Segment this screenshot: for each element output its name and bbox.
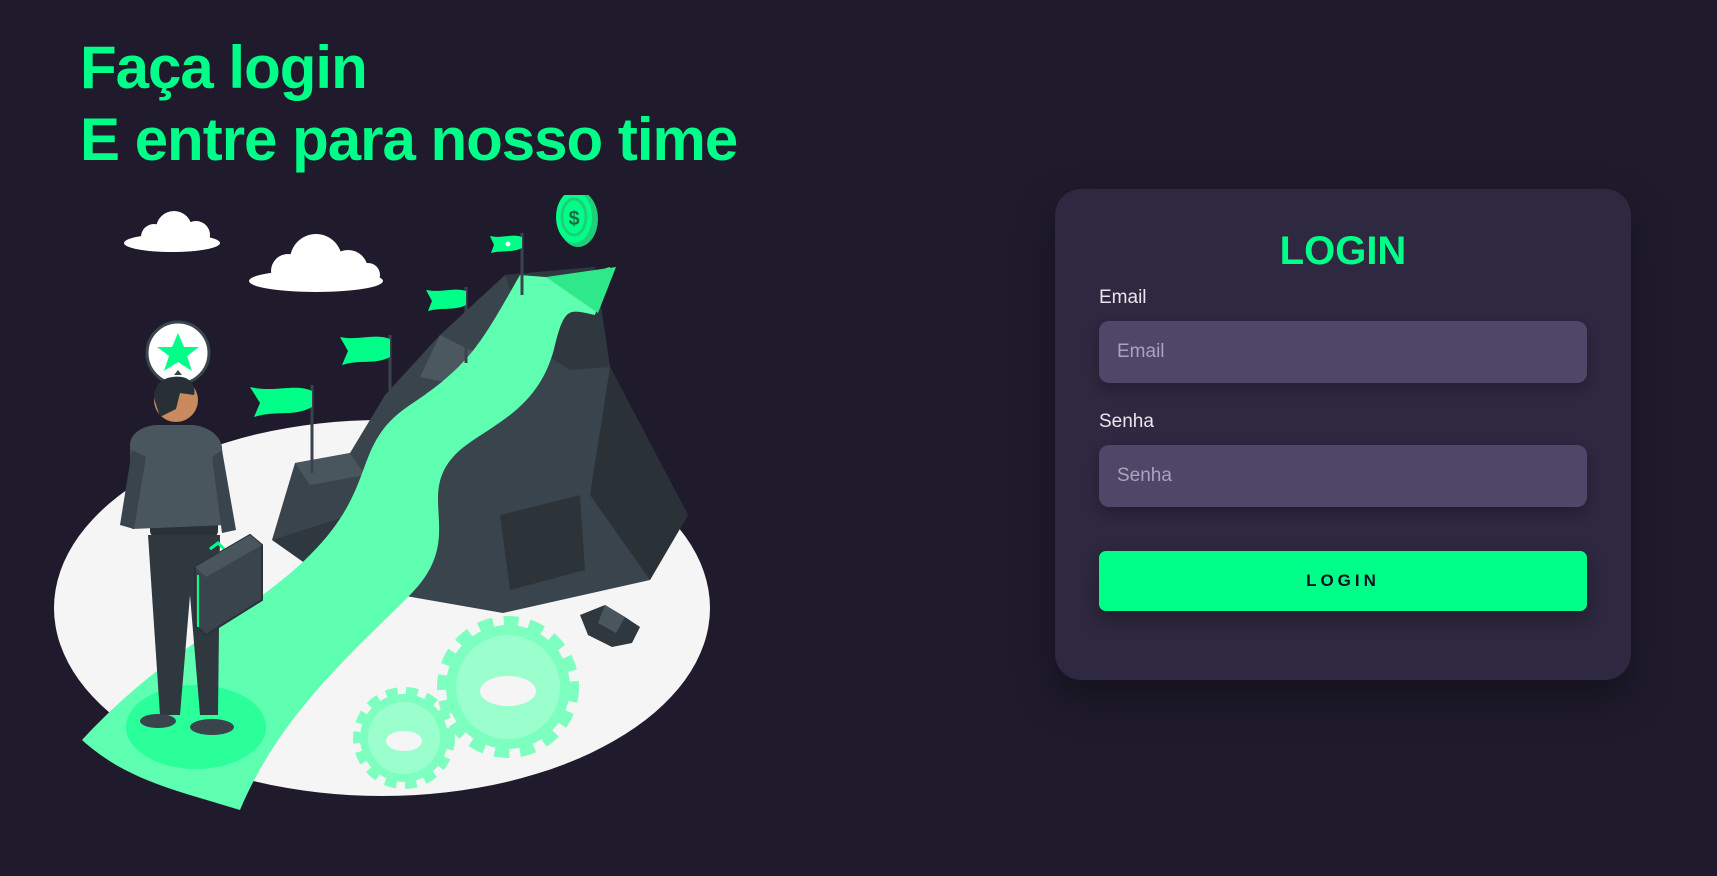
star-badge-icon bbox=[145, 320, 211, 386]
success-journey-illustration: $ bbox=[54, 195, 710, 810]
email-field[interactable] bbox=[1099, 321, 1587, 383]
cloud-icon bbox=[249, 234, 383, 292]
email-label: Email bbox=[1099, 287, 1147, 308]
gear-icon bbox=[353, 687, 455, 789]
dollar-coin-icon: $ bbox=[556, 195, 598, 247]
login-card: LOGIN Email Senha LOGIN bbox=[1055, 189, 1631, 680]
cloud-icon bbox=[124, 211, 220, 252]
svg-text:$: $ bbox=[568, 208, 579, 230]
headline-line-2: E entre para nosso time bbox=[80, 106, 738, 173]
page-headline: Faça login E entre para nosso time bbox=[80, 32, 738, 176]
login-title: LOGIN bbox=[1279, 229, 1407, 273]
password-field[interactable] bbox=[1099, 445, 1587, 507]
password-label: Senha bbox=[1099, 411, 1154, 432]
gear-icon bbox=[437, 616, 579, 758]
headline-line-1: Faça login bbox=[80, 34, 368, 101]
login-page: Faça login E entre para nosso time $ LOG… bbox=[0, 0, 1717, 876]
login-button[interactable]: LOGIN bbox=[1099, 551, 1587, 611]
